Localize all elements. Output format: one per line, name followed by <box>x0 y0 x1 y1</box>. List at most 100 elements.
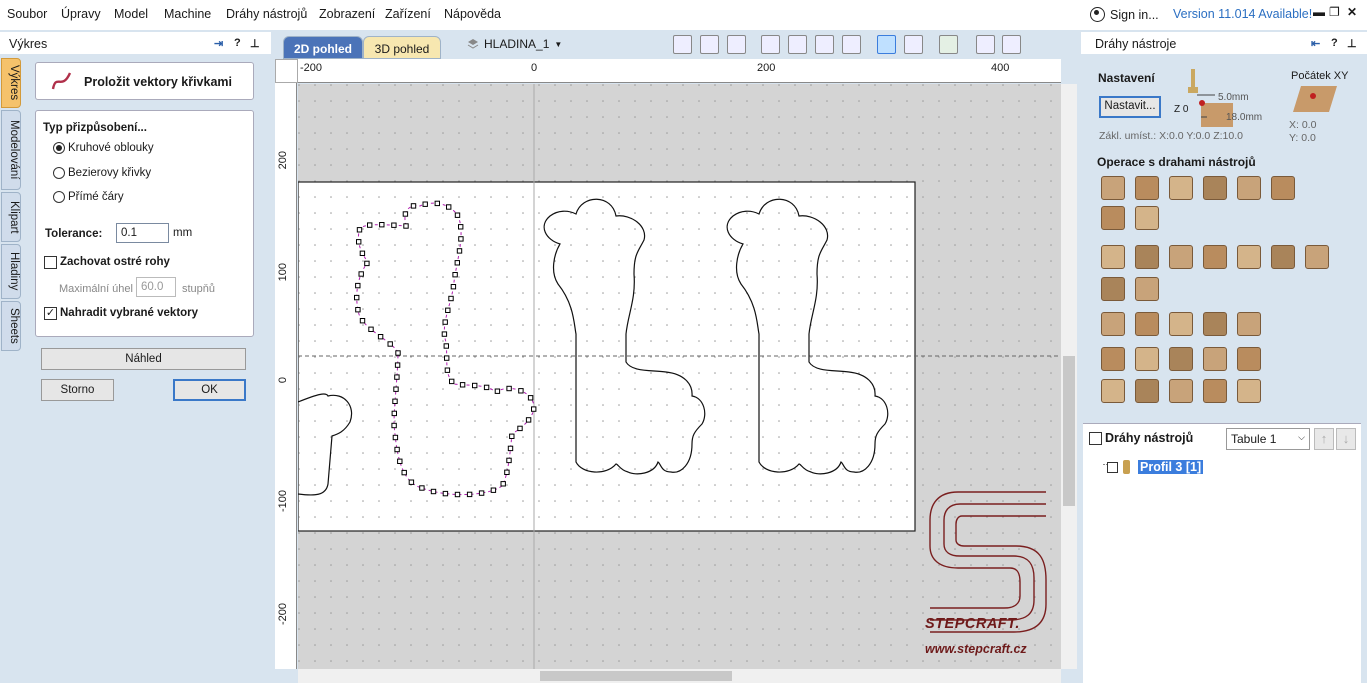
toolpaths-toggle-checkbox[interactable] <box>1089 432 1102 445</box>
vector-node[interactable] <box>454 491 461 498</box>
edit-toolpath-icon[interactable] <box>1135 312 1159 336</box>
vector-node[interactable] <box>358 271 364 277</box>
tab-hladiny[interactable]: Hladiny <box>1 244 21 299</box>
vector-node[interactable] <box>367 222 373 228</box>
vector-node[interactable] <box>500 481 506 487</box>
vector-node[interactable] <box>458 236 464 242</box>
vector-node[interactable] <box>517 425 523 432</box>
render-icon[interactable] <box>939 35 958 54</box>
tab-vykres[interactable]: Výkres <box>1 58 21 108</box>
vector-node[interactable] <box>391 410 397 417</box>
menu-model[interactable]: Model <box>114 7 148 21</box>
vector-node[interactable] <box>387 341 393 347</box>
tab-modelovani[interactable]: Modelování <box>1 110 21 190</box>
finishing-toolpath-icon[interactable] <box>1135 277 1159 301</box>
vector-node[interactable] <box>422 201 428 207</box>
radio-bezier[interactable] <box>53 167 65 179</box>
keep-corners-checkbox[interactable] <box>44 256 57 269</box>
vertical-scrollbar[interactable] <box>1061 84 1077 669</box>
zoom-material-icon[interactable] <box>700 35 719 54</box>
scroll-thumb[interactable] <box>1063 356 1075 506</box>
preview-button[interactable]: Náhled <box>41 348 246 370</box>
toolpath-item-checkbox[interactable] <box>1107 462 1118 473</box>
vector-node[interactable] <box>494 388 501 394</box>
cancel-button[interactable]: Storno <box>41 379 114 401</box>
move-up-button[interactable]: ↑ <box>1314 428 1334 450</box>
vcarve-toolpath-icon[interactable] <box>1237 176 1261 200</box>
zoom-fit-icon[interactable] <box>673 35 692 54</box>
stamp-toolpath-icon[interactable] <box>1237 245 1261 269</box>
max-angle-input[interactable]: 60.0 <box>136 277 176 297</box>
vector-node[interactable] <box>449 378 455 385</box>
vector-node[interactable] <box>430 488 437 495</box>
vector-node[interactable] <box>401 469 407 476</box>
slice-toolpath-icon[interactable] <box>1237 347 1261 371</box>
vector-node[interactable] <box>368 326 374 333</box>
vector-node[interactable] <box>397 458 403 465</box>
save-path-toolpath-icon[interactable] <box>1101 347 1125 371</box>
drawing-canvas[interactable]: STEPCRAFT. www.stepcraft.cz <box>298 84 1061 669</box>
vector-node[interactable] <box>459 382 466 388</box>
merge-toolpath-icon[interactable] <box>1101 312 1125 336</box>
menu-devices[interactable]: Zařízení <box>385 7 431 21</box>
split-vertical-icon[interactable] <box>1002 35 1021 54</box>
engrave-toolpath-icon[interactable] <box>1135 245 1159 269</box>
visualize-toolpath-icon[interactable] <box>1203 347 1227 371</box>
vector-node[interactable] <box>466 491 473 498</box>
menu-toolpaths[interactable]: Dráhy nástrojů <box>226 7 307 21</box>
vector-node[interactable] <box>442 319 448 325</box>
prism-toolpath-icon[interactable] <box>1135 206 1159 230</box>
delete-toolpath-icon[interactable] <box>1203 312 1227 336</box>
vector-node[interactable] <box>472 382 478 389</box>
signin-button[interactable]: Sign in... <box>1090 7 1159 22</box>
chamfer-toolpath-icon[interactable] <box>1101 245 1125 269</box>
vector-node[interactable] <box>454 212 461 218</box>
sheet-select[interactable]: Tabule 1 ⌵ <box>1226 428 1310 450</box>
pin-icon[interactable]: ⊥ <box>1347 37 1357 50</box>
scroll-thumb[interactable] <box>540 671 732 681</box>
vector-node[interactable] <box>483 384 490 391</box>
menu-help[interactable]: Nápověda <box>444 7 501 21</box>
layer-selector[interactable]: HLADINA_1 ▼ <box>467 37 562 51</box>
restore-icon[interactable]: ❐ <box>1329 5 1340 19</box>
vector-node[interactable] <box>525 417 532 423</box>
vector-node[interactable] <box>393 386 399 392</box>
vector-node[interactable] <box>452 272 458 278</box>
drill-toolpath-icon[interactable] <box>1169 176 1193 200</box>
vector-node[interactable] <box>450 284 457 290</box>
load-path-toolpath-icon[interactable] <box>1135 347 1159 371</box>
vector-node[interactable] <box>506 385 512 392</box>
close-icon[interactable]: ✕ <box>1347 5 1357 19</box>
vector-node[interactable] <box>394 362 401 368</box>
help-icon[interactable]: ? <box>234 37 241 49</box>
vector-node[interactable] <box>359 318 366 324</box>
vector-node[interactable] <box>442 490 449 497</box>
vector-node[interactable] <box>444 367 451 373</box>
vector-node[interactable] <box>419 485 425 491</box>
menu-upravy[interactable]: Úpravy <box>61 7 101 21</box>
vector-node[interactable] <box>446 204 452 210</box>
zoom-out-icon[interactable] <box>815 35 834 54</box>
inlay-toolpath-icon[interactable] <box>1271 176 1295 200</box>
vector-node[interactable] <box>356 239 362 245</box>
zoom-in-icon[interactable] <box>788 35 807 54</box>
vector-node[interactable] <box>379 222 385 228</box>
pan-icon[interactable] <box>761 35 780 54</box>
vector-node[interactable] <box>402 211 409 217</box>
vector-node[interactable] <box>359 250 366 257</box>
save-toolpath-toolpath-icon[interactable] <box>1237 379 1261 403</box>
vector-node[interactable] <box>443 343 450 349</box>
vector-node[interactable] <box>507 445 514 452</box>
shaped-roughing-toolpath-icon[interactable] <box>1271 245 1295 269</box>
vector-node[interactable] <box>478 490 485 496</box>
tool-db-toolpath-icon[interactable] <box>1169 379 1193 403</box>
vector-node[interactable] <box>445 307 451 314</box>
radio-lines[interactable] <box>53 191 65 203</box>
tab-klipart[interactable]: Klipart <box>1 192 21 242</box>
vector-node[interactable] <box>509 433 515 440</box>
vector-node[interactable] <box>392 434 399 441</box>
vector-node[interactable] <box>377 334 384 340</box>
vector-node[interactable] <box>395 350 401 356</box>
node-edit-icon[interactable] <box>904 35 923 54</box>
dock-icon[interactable]: ⇤ <box>1311 37 1320 50</box>
